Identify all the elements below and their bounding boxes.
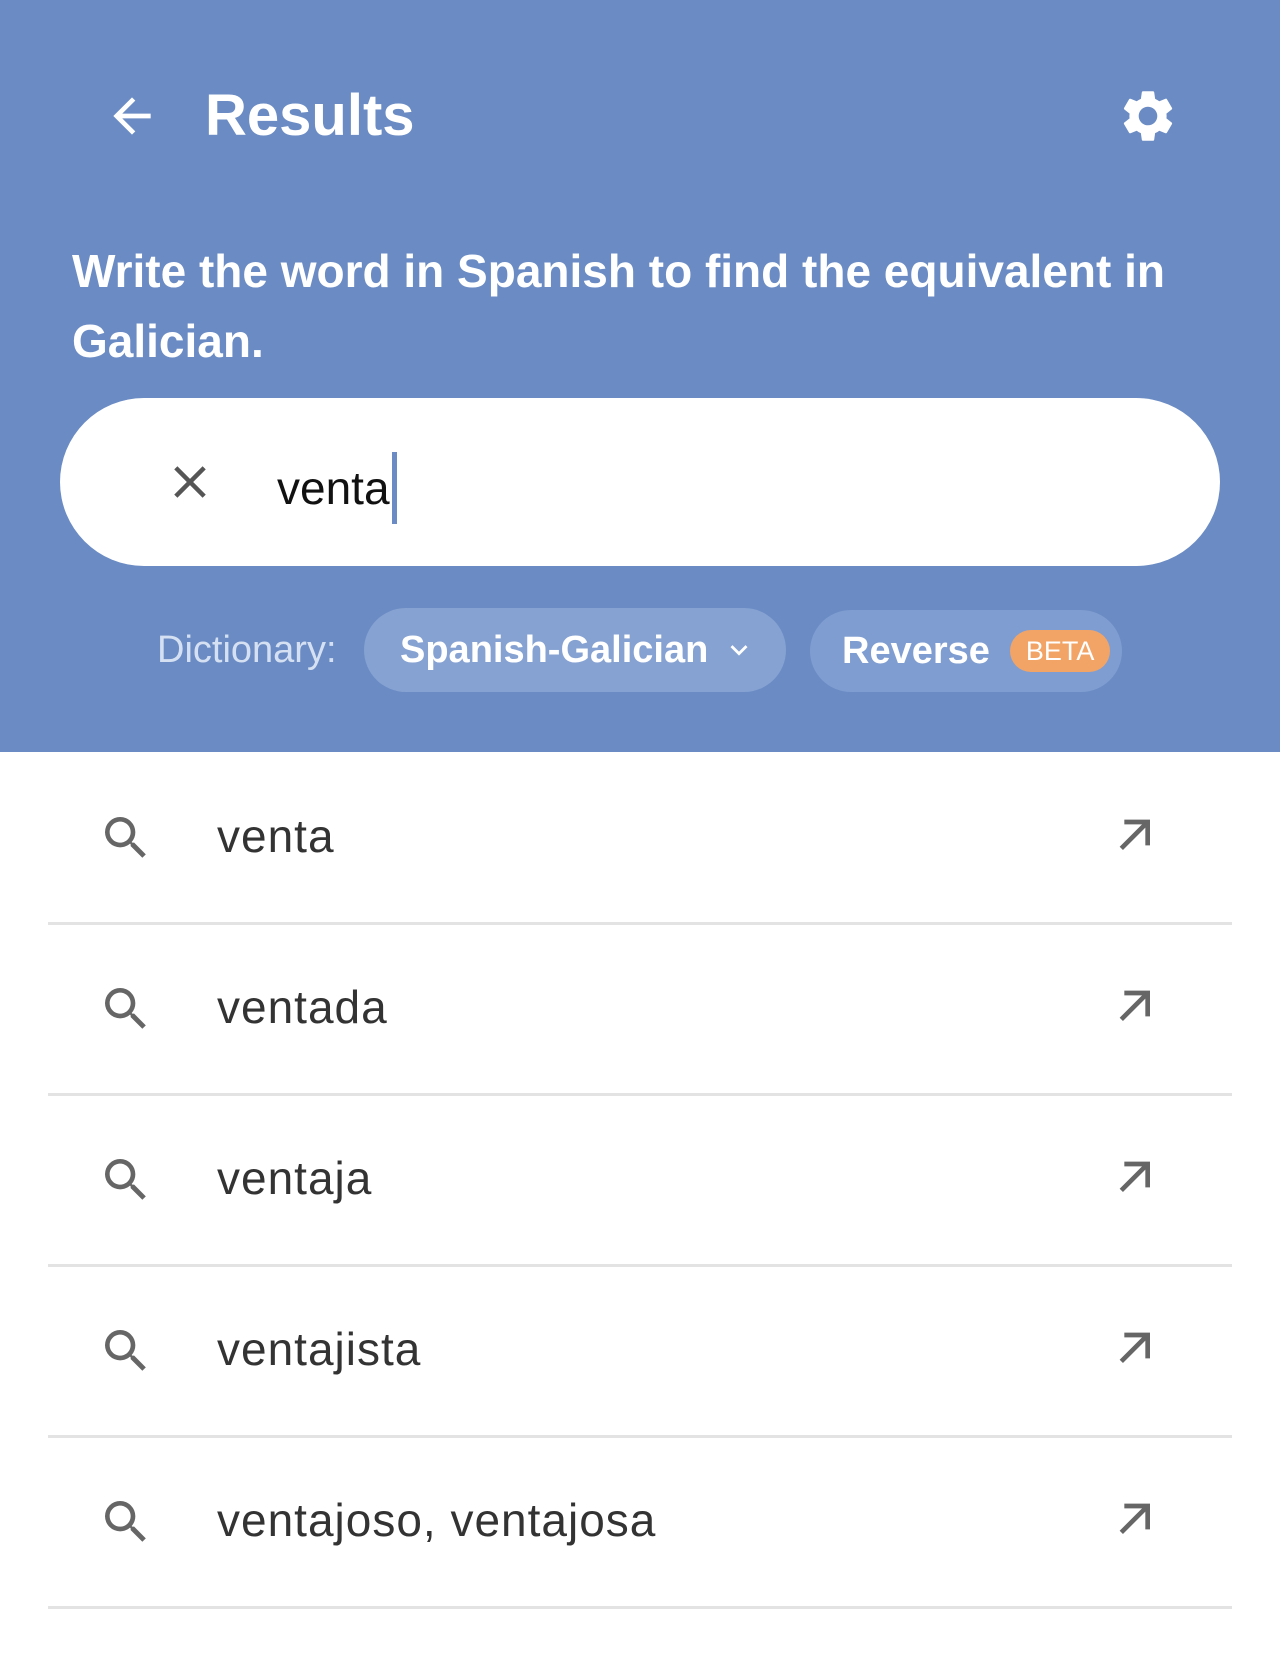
- arrow-up-left-icon[interactable]: [1108, 808, 1164, 864]
- reverse-button[interactable]: Reverse BETA: [810, 610, 1122, 692]
- arrow-up-left-icon[interactable]: [1108, 979, 1164, 1035]
- arrow-up-left-icon[interactable]: [1108, 1150, 1164, 1206]
- search-icon: [105, 1330, 146, 1371]
- search-icon: [105, 1501, 146, 1542]
- clear-button[interactable]: [150, 442, 230, 522]
- close-icon: [174, 466, 206, 498]
- arrow-up-left-icon[interactable]: [1108, 1492, 1164, 1548]
- top-app-bar: Results: [0, 0, 1280, 232]
- arrow-left-icon: [113, 97, 151, 135]
- list-item[interactable]: ventajoso, ventajosa: [48, 1436, 1232, 1609]
- dictionary-selected: Spanish-Galician: [400, 628, 709, 671]
- search-icon: [105, 1159, 146, 1200]
- search-icon: [105, 988, 146, 1029]
- result-word: ventada: [217, 981, 388, 1033]
- result-word: venta: [217, 810, 335, 862]
- gear-icon: [1123, 91, 1173, 141]
- chevron-down-icon: [722, 633, 756, 667]
- list-item[interactable]: ventajista: [48, 1265, 1232, 1438]
- page-title: Results: [205, 83, 415, 148]
- result-word: ventajista: [217, 1323, 422, 1375]
- settings-button[interactable]: [1108, 76, 1188, 156]
- arrow-up-left-icon[interactable]: [1108, 1321, 1164, 1377]
- result-word: ventajoso, ventajosa: [217, 1494, 657, 1546]
- dictionary-dropdown[interactable]: Spanish-Galician: [364, 608, 786, 692]
- instruction-text: Write the word in Spanish to find the eq…: [72, 245, 1165, 367]
- list-item[interactable]: ventada: [48, 923, 1232, 1096]
- list-item[interactable]: ventaja: [48, 1094, 1232, 1267]
- search-icon: [105, 817, 146, 858]
- beta-badge: BETA: [1009, 630, 1111, 672]
- list-item[interactable]: venta: [48, 752, 1232, 925]
- text-caret: [391, 452, 397, 524]
- header: Results Write the word in Spanish to fin…: [0, 0, 1280, 752]
- search-field[interactable]: venta: [60, 398, 1220, 566]
- search-input-value: venta: [277, 462, 390, 514]
- back-button[interactable]: [92, 76, 172, 156]
- reverse-label: Reverse: [842, 629, 990, 672]
- dictionary-label: Dictionary:: [157, 629, 337, 671]
- search-input[interactable]: venta: [277, 452, 397, 524]
- result-word: ventaja: [217, 1152, 373, 1204]
